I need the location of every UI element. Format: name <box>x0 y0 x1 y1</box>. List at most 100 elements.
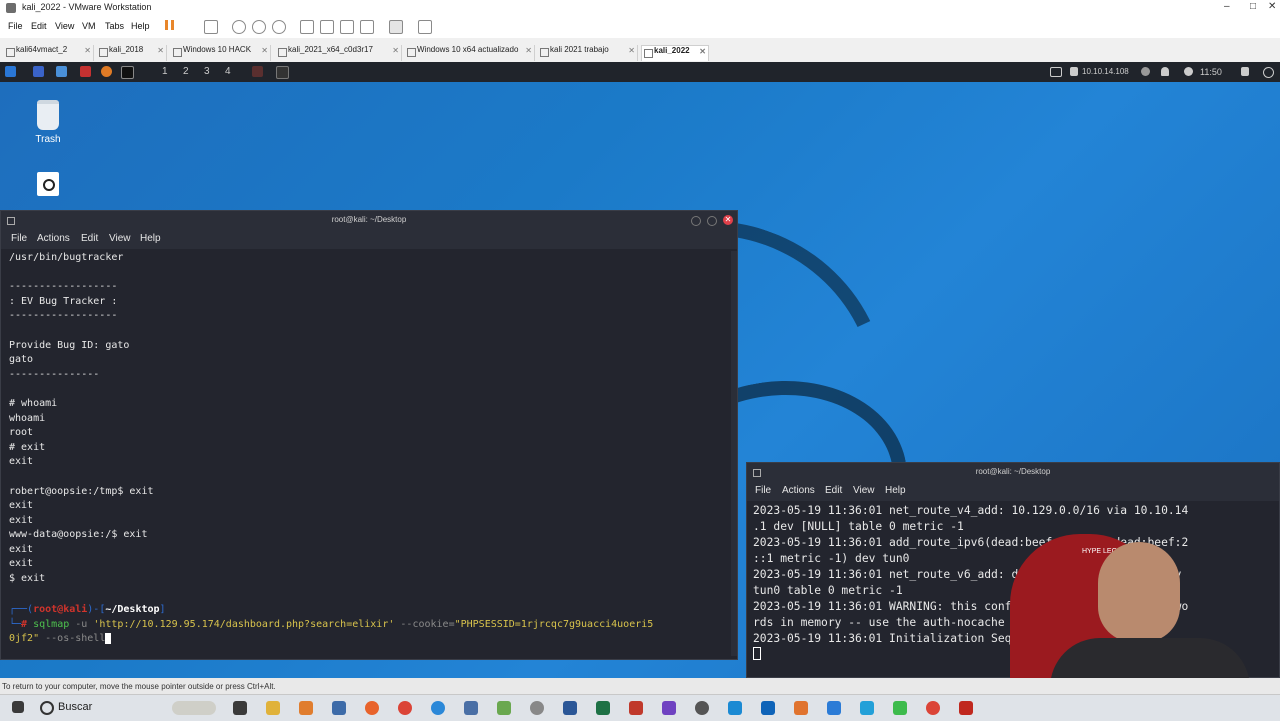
lock-icon[interactable] <box>1241 67 1249 76</box>
chrome-icon[interactable] <box>398 701 412 715</box>
terminal-title-bar[interactable]: root@kali: ~/Desktop ✕ <box>1 211 737 229</box>
menu-vm[interactable]: VM <box>82 21 96 31</box>
menu-view[interactable]: View <box>853 485 875 496</box>
menu-help[interactable]: Help <box>140 233 161 244</box>
full-screen-icon[interactable] <box>340 20 354 34</box>
app-icon[interactable] <box>695 701 709 715</box>
app-icon[interactable] <box>662 701 676 715</box>
terminal-command-area[interactable]: ┌──(root@kali)-[~/Desktop] └─# sqlmap -u… <box>9 603 653 647</box>
send-ctrl-alt-del-icon[interactable] <box>204 20 218 34</box>
do-not-disturb-icon[interactable] <box>1141 67 1150 76</box>
tab-kali-2018[interactable]: kali_2018 ✕ <box>97 45 167 61</box>
notification-bell-icon[interactable] <box>1161 67 1169 76</box>
tab-windows-10-hack[interactable]: Windows 10 HACK ✕ <box>171 45 271 61</box>
terminal-output[interactable]: /usr/bin/bugtracker ------------------: … <box>9 251 733 601</box>
close-icon[interactable]: ✕ <box>1268 1 1276 12</box>
menu-file[interactable]: File <box>8 21 23 31</box>
window-button-icon[interactable] <box>252 66 263 77</box>
text-cursor <box>105 632 112 644</box>
acrobat-icon[interactable] <box>959 701 973 715</box>
thumbnail-icon[interactable] <box>320 20 334 34</box>
workspace-1[interactable]: 1 <box>162 66 168 77</box>
close-icon[interactable]: ✕ <box>392 46 399 55</box>
power-icon[interactable] <box>1184 67 1193 76</box>
workspace-3[interactable]: 3 <box>204 66 210 77</box>
menu-view[interactable]: View <box>109 233 131 244</box>
vmware-taskbar-icon[interactable] <box>299 701 313 715</box>
console-icon[interactable] <box>389 20 403 34</box>
menu-actions[interactable]: Actions <box>37 233 70 244</box>
edge-icon[interactable] <box>431 701 445 715</box>
file-explorer-icon[interactable] <box>266 701 280 715</box>
app-icon[interactable] <box>893 701 907 715</box>
close-icon[interactable]: ✕ <box>699 47 706 56</box>
tab-windows-10-x64[interactable]: Windows 10 x64 actualizado ✕ <box>405 45 535 61</box>
maximize-icon[interactable] <box>707 216 717 226</box>
task-view-icon[interactable] <box>233 701 247 715</box>
kali-menu-icon[interactable] <box>5 66 16 77</box>
minimize-icon[interactable] <box>691 216 701 226</box>
app-icon[interactable] <box>332 701 346 715</box>
close-icon[interactable]: ✕ <box>723 215 733 225</box>
windows-start-icon[interactable] <box>12 701 24 713</box>
menu-view[interactable]: View <box>55 21 74 31</box>
vscode-icon[interactable] <box>860 701 874 715</box>
terminal-title-bar[interactable]: root@kali: ~/Desktop <box>747 463 1279 481</box>
tab-kali-2022[interactable]: kali_2022 ✕ <box>641 45 709 61</box>
firefox-icon[interactable] <box>365 701 379 715</box>
menu-help[interactable]: Help <box>885 485 906 496</box>
menu-edit[interactable]: Edit <box>31 21 47 31</box>
workspace-4[interactable]: 4 <box>225 66 231 77</box>
menu-file[interactable]: File <box>755 485 771 496</box>
notepad-icon[interactable] <box>497 701 511 715</box>
terminal-window-main[interactable]: root@kali: ~/Desktop ✕ File Actions Edit… <box>0 210 738 660</box>
word-icon[interactable] <box>563 701 577 715</box>
taskbar-search[interactable]: Buscar <box>58 701 92 713</box>
menu-actions[interactable]: Actions <box>782 485 815 496</box>
menu-edit[interactable]: Edit <box>825 485 842 496</box>
workspace-2[interactable]: 2 <box>183 66 189 77</box>
scrollbar[interactable] <box>731 251 737 656</box>
show-desktop-icon[interactable] <box>33 66 44 77</box>
close-icon[interactable]: ✕ <box>84 46 91 55</box>
snapshot-manager-icon[interactable] <box>272 20 286 34</box>
file-desktop-icon[interactable] <box>18 172 78 196</box>
app-icon[interactable] <box>761 701 775 715</box>
close-icon[interactable]: ✕ <box>261 46 268 55</box>
trash-desktop-icon[interactable]: Trash <box>18 100 78 145</box>
tab-kali-2021-trabajo[interactable]: kali 2021 trabajo ✕ <box>538 45 638 61</box>
menu-tabs[interactable]: Tabs <box>105 21 124 31</box>
snapshot-icon[interactable] <box>232 20 246 34</box>
close-icon[interactable]: ✕ <box>525 46 532 55</box>
app-icon[interactable] <box>464 701 478 715</box>
tab-kali64vmact-2[interactable]: kali64vmact_2 ✕ <box>4 45 94 61</box>
firefox-icon[interactable] <box>101 66 112 77</box>
app-icon[interactable] <box>629 701 643 715</box>
library-icon[interactable] <box>300 20 314 34</box>
pause-icon[interactable] <box>165 20 168 30</box>
menu-help[interactable]: Help <box>131 21 150 31</box>
app-icon[interactable] <box>827 701 841 715</box>
text-editor-icon[interactable] <box>80 66 91 77</box>
app-icon[interactable] <box>530 701 544 715</box>
close-icon[interactable]: ✕ <box>157 46 164 55</box>
menu-file[interactable]: File <box>11 233 27 244</box>
app-icon[interactable] <box>794 701 808 715</box>
tab-kali-2021-x64[interactable]: kali_2021_x64_c0d3r17 ✕ <box>276 45 402 61</box>
excel-icon[interactable] <box>596 701 610 715</box>
revert-snapshot-icon[interactable] <box>252 20 266 34</box>
chrome-icon[interactable] <box>926 701 940 715</box>
logout-icon[interactable] <box>1263 67 1274 78</box>
minimize-icon[interactable]: – <box>1224 1 1230 12</box>
app-icon[interactable] <box>728 701 742 715</box>
window-button-icon[interactable] <box>276 66 289 79</box>
search-icon[interactable] <box>40 701 54 715</box>
display-icon[interactable] <box>1050 67 1062 77</box>
file-manager-icon[interactable] <box>56 66 67 77</box>
menu-edit[interactable]: Edit <box>81 233 98 244</box>
terminal-icon[interactable] <box>121 66 134 79</box>
unity-icon[interactable] <box>360 20 374 34</box>
close-icon[interactable]: ✕ <box>628 46 635 55</box>
maximize-icon[interactable]: □ <box>1250 1 1256 12</box>
stretch-icon[interactable] <box>418 20 432 34</box>
